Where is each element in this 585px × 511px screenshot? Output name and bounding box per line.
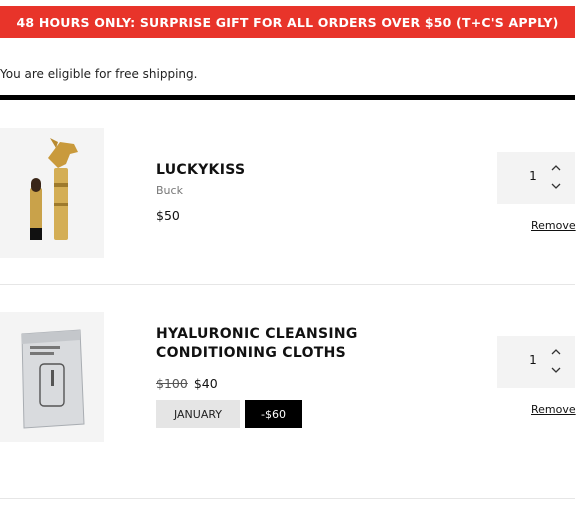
- product-image[interactable]: [0, 128, 104, 258]
- quantity-stepper[interactable]: 1: [497, 336, 575, 388]
- quantity-stepper[interactable]: 1: [497, 152, 575, 204]
- product-price-row: $100 $40: [156, 376, 218, 391]
- quantity-value: 1: [529, 169, 537, 183]
- shipping-message: You are eligible for free shipping.: [0, 67, 198, 81]
- chevron-up-icon[interactable]: [549, 346, 563, 358]
- remove-button[interactable]: Remove: [531, 403, 576, 416]
- product-price: $50: [156, 208, 180, 223]
- promo-tag: JANUARY: [156, 400, 240, 428]
- product-name[interactable]: LUCKYKISS: [156, 161, 476, 180]
- remove-button[interactable]: Remove: [531, 219, 576, 232]
- product-name[interactable]: HYALURONIC CLEANSING CONDITIONING CLOTHS: [156, 325, 476, 363]
- original-price: $100: [156, 376, 188, 391]
- cart-divider: [0, 95, 575, 100]
- chevron-down-icon[interactable]: [549, 364, 563, 376]
- promo-banner: 48 HOURS ONLY: SURPRISE GIFT FOR ALL ORD…: [0, 6, 575, 38]
- item-divider: [0, 498, 575, 499]
- product-image[interactable]: [0, 312, 104, 442]
- product-variant: Buck: [156, 184, 183, 197]
- chevron-up-icon[interactable]: [549, 162, 563, 174]
- sale-price: $40: [193, 376, 218, 391]
- cleansing-cloths-pack-image: [0, 312, 104, 442]
- lipstick-horse-image: [0, 128, 104, 258]
- promo-banner-text: 48 HOURS ONLY: SURPRISE GIFT FOR ALL ORD…: [16, 14, 559, 30]
- chevron-down-icon[interactable]: [549, 180, 563, 192]
- item-divider: [0, 284, 575, 285]
- discount-tag: -$60: [245, 400, 302, 428]
- quantity-value: 1: [529, 353, 537, 367]
